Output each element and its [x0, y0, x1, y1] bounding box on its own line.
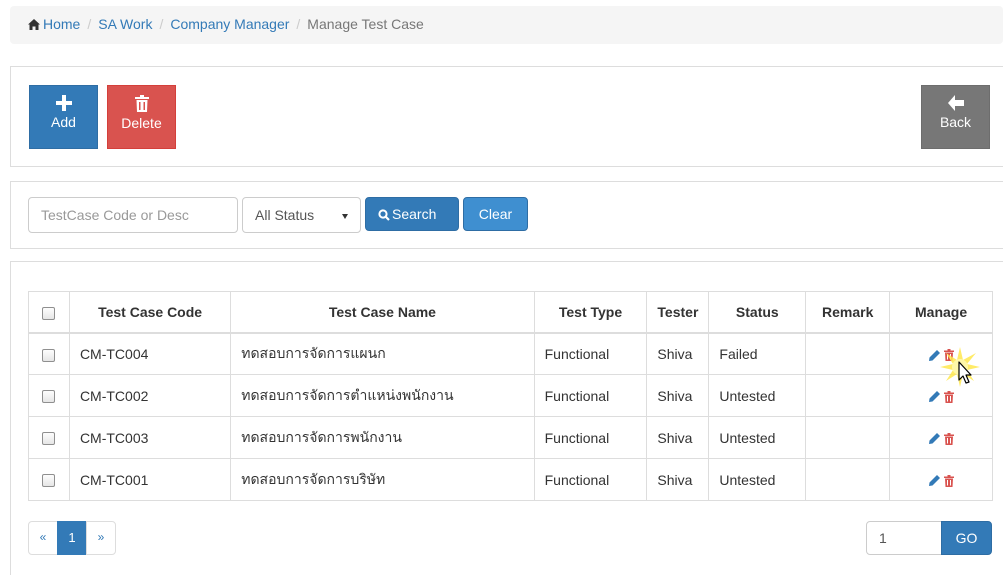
pagination: « 1 » [28, 521, 116, 555]
remark [805, 458, 891, 501]
search-icon [378, 209, 390, 221]
column-header: Status [708, 291, 807, 334]
column-header: Test Type [533, 291, 648, 334]
test-case-name: ทดสอบการจัดการบริษัท [230, 458, 535, 501]
manage-cell [889, 416, 993, 459]
test-case-name: ทดสอบการจัดการตำแหน่งพนักงาน [230, 374, 535, 417]
breadcrumb: Home / SA Work / Company Manager / Manage Test… [10, 6, 1003, 44]
breadcrumb-separator: / [296, 16, 301, 32]
select-all-cell [28, 291, 70, 334]
search-panel: All Status Search Clear [10, 181, 1003, 249]
search-input[interactable] [28, 197, 238, 233]
row-checkbox[interactable] [42, 348, 56, 362]
test-case-code: CM-TC001 [68, 458, 232, 501]
pagination-next[interactable]: » [86, 521, 116, 555]
clear-button[interactable]: Clear [463, 197, 528, 231]
search-label: Search [392, 206, 437, 222]
trash-icon[interactable] [943, 432, 954, 445]
status: Untested [708, 374, 807, 417]
row-select-cell [28, 332, 70, 375]
column-header: Tester [646, 291, 710, 334]
remark [805, 374, 891, 417]
tester: Shiva [646, 374, 710, 417]
manage-cell [889, 332, 993, 375]
select-all-checkbox[interactable] [42, 306, 56, 320]
status: Untested [708, 458, 807, 501]
home-icon [28, 19, 40, 30]
search-button[interactable]: Search [365, 197, 459, 231]
status-select-value: All Status [255, 207, 315, 223]
caret-down-icon [342, 214, 348, 219]
status: Untested [708, 416, 807, 459]
manage-cell [889, 458, 993, 501]
test-type: Functional [533, 374, 648, 417]
trash-icon [134, 95, 149, 112]
tester: Shiva [646, 416, 710, 459]
test-case-table: Test Case Code Test Case Name Test Type … [28, 291, 993, 501]
table-row: CM-TC004 ทดสอบการจัดการแผนก Functional S… [28, 332, 993, 375]
breadcrumb-separator: / [87, 16, 92, 32]
table-row: CM-TC001 ทดสอบการจัดการบริษัท Functional… [28, 458, 993, 501]
test-type: Functional [533, 332, 648, 375]
breadcrumb-home[interactable]: Home [43, 16, 80, 32]
pagination-page-current[interactable]: 1 [57, 521, 87, 555]
breadcrumb-company-manager[interactable]: Company Manager [170, 16, 289, 32]
remark [805, 332, 891, 375]
column-header: Test Case Name [230, 291, 535, 334]
arrow-left-icon [947, 95, 964, 111]
row-select-cell [28, 374, 70, 417]
delete-button[interactable]: Delete [107, 85, 176, 149]
go-button[interactable]: GO [941, 521, 992, 555]
add-button[interactable]: Add [29, 85, 98, 149]
row-select-cell [28, 458, 70, 501]
table-row: CM-TC002 ทดสอบการจัดการตำแหน่งพนักงาน Fu… [28, 374, 993, 417]
delete-label: Delete [121, 115, 162, 131]
row-checkbox[interactable] [42, 390, 56, 404]
back-button[interactable]: Back [921, 85, 990, 149]
goto-page-input[interactable] [866, 521, 942, 555]
pencil-icon[interactable] [928, 391, 940, 403]
test-case-name: ทดสอบการจัดการแผนก [230, 332, 535, 375]
pencil-icon[interactable] [928, 349, 940, 361]
test-type: Functional [533, 416, 648, 459]
pencil-icon[interactable] [928, 433, 940, 445]
test-case-code: CM-TC003 [68, 416, 232, 459]
row-checkbox[interactable] [42, 474, 56, 488]
status-select[interactable]: All Status [242, 197, 361, 233]
trash-icon[interactable] [943, 474, 954, 487]
clear-label: Clear [478, 206, 513, 222]
pencil-icon[interactable] [928, 475, 940, 487]
test-case-code: CM-TC002 [68, 374, 232, 417]
test-type: Functional [533, 458, 648, 501]
actions-panel: Add Delete Back [10, 66, 1003, 167]
add-label: Add [51, 114, 76, 130]
breadcrumb-current: Manage Test Case [307, 16, 424, 32]
test-case-name: ทดสอบการจัดการพนักงาน [230, 416, 535, 459]
row-checkbox[interactable] [42, 432, 56, 446]
column-header: Remark [805, 291, 891, 334]
table-row: CM-TC003 ทดสอบการจัดการพนักงาน Functiona… [28, 416, 993, 459]
column-header: Test Case Code [68, 291, 232, 334]
breadcrumb-separator: / [159, 16, 164, 32]
status: Failed [708, 332, 807, 375]
results-panel: Test Case Code Test Case Name Test Type … [10, 261, 1003, 575]
breadcrumb-sa-work[interactable]: SA Work [98, 16, 152, 32]
test-case-code: CM-TC004 [68, 332, 232, 375]
trash-icon[interactable] [943, 349, 954, 362]
remark [805, 416, 891, 459]
plus-icon [55, 95, 72, 111]
table-header-row: Test Case Code Test Case Name Test Type … [28, 291, 993, 334]
pagination-prev[interactable]: « [28, 521, 58, 555]
back-label: Back [939, 114, 972, 130]
manage-cell [889, 374, 993, 417]
row-select-cell [28, 416, 70, 459]
trash-icon[interactable] [943, 390, 954, 403]
column-header: Manage [889, 291, 993, 334]
tester: Shiva [646, 458, 710, 501]
tester: Shiva [646, 332, 710, 375]
